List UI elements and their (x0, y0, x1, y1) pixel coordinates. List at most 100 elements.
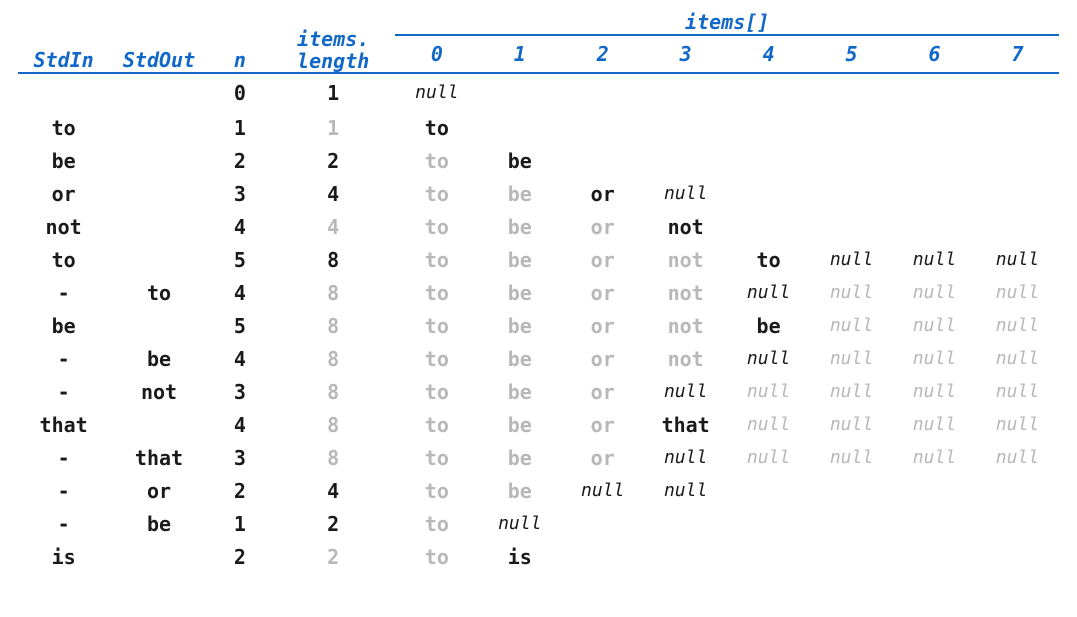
array-cell: null (395, 73, 478, 111)
array-cell: null (810, 375, 893, 408)
header-index-6: 6 (893, 35, 976, 72)
header-length-line1: items. (297, 27, 369, 51)
array-cell (810, 540, 893, 573)
array-cell: not (644, 210, 727, 243)
array-cell (976, 111, 1059, 144)
array-cell: null (893, 243, 976, 276)
n-cell: 3 (209, 375, 271, 408)
array-cell: to (395, 474, 478, 507)
array-cell: null (893, 441, 976, 474)
stdin-cell (18, 73, 109, 111)
array-cell: not (644, 243, 727, 276)
array-cell: or (561, 243, 644, 276)
array-cell (976, 210, 1059, 243)
length-cell: 8 (271, 243, 395, 276)
length-cell: 8 (271, 375, 395, 408)
array-cell (893, 177, 976, 210)
stdin-cell: not (18, 210, 109, 243)
array-cell: null (893, 342, 976, 375)
header-n: n (209, 0, 271, 72)
header-index-4: 4 (727, 35, 810, 72)
stdout-cell (109, 540, 209, 573)
n-cell: 2 (209, 540, 271, 573)
array-cell: not (644, 309, 727, 342)
table-row: -be48tobeornotnullnullnullnull (18, 342, 1059, 375)
array-cell: to (395, 210, 478, 243)
length-cell: 2 (271, 507, 395, 540)
array-cell: null (810, 342, 893, 375)
table-row: or34tobeornull (18, 177, 1059, 210)
array-cell: to (395, 342, 478, 375)
array-cell (893, 507, 976, 540)
table-row: -or24tobenullnull (18, 474, 1059, 507)
array-cell: that (644, 408, 727, 441)
array-cell: or (561, 177, 644, 210)
array-cell: null (976, 342, 1059, 375)
array-cell (478, 111, 561, 144)
array-cell: to (395, 408, 478, 441)
array-cell: null (976, 276, 1059, 309)
array-cell: to (395, 144, 478, 177)
table-header: StdIn StdOut n items. length items[] 012… (18, 0, 1059, 73)
array-cell: to (727, 243, 810, 276)
array-cell (727, 540, 810, 573)
array-cell (561, 73, 644, 111)
length-cell: 8 (271, 408, 395, 441)
header-stdout: StdOut (109, 0, 209, 72)
array-cell (976, 540, 1059, 573)
array-cell: null (561, 474, 644, 507)
array-cell: be (478, 342, 561, 375)
header-index-3: 3 (644, 35, 727, 72)
array-cell (727, 144, 810, 177)
table-row: -not38tobeornullnullnullnullnull (18, 375, 1059, 408)
array-cell: null (478, 507, 561, 540)
stdin-cell: to (18, 111, 109, 144)
array-cell: to (395, 111, 478, 144)
table-row: to58tobeornottonullnullnull (18, 243, 1059, 276)
array-cell: be (478, 210, 561, 243)
n-cell: 0 (209, 73, 271, 111)
array-cell: be (478, 375, 561, 408)
array-cell: null (893, 309, 976, 342)
stdin-cell: be (18, 144, 109, 177)
array-cell (810, 144, 893, 177)
array-cell: or (561, 408, 644, 441)
array-cell: null (893, 375, 976, 408)
table-row: -be12tonull (18, 507, 1059, 540)
table-row: to11to (18, 111, 1059, 144)
array-cell: null (810, 441, 893, 474)
array-cell: null (727, 375, 810, 408)
n-cell: 5 (209, 243, 271, 276)
array-cell (810, 73, 893, 111)
header-stdin: StdIn (18, 0, 109, 72)
array-cell: be (478, 243, 561, 276)
array-cell: be (478, 276, 561, 309)
array-cell: be (478, 408, 561, 441)
stdout-cell (109, 309, 209, 342)
array-cell (976, 177, 1059, 210)
array-cell (810, 507, 893, 540)
table-body: 01nullto11tobe22tobeor34tobeornullnot44t… (18, 73, 1059, 573)
array-cell: null (976, 243, 1059, 276)
array-cell (644, 73, 727, 111)
array-cell: null (727, 342, 810, 375)
n-cell: 4 (209, 342, 271, 375)
array-cell (727, 111, 810, 144)
table-row: be22tobe (18, 144, 1059, 177)
length-cell: 8 (271, 276, 395, 309)
stdin-cell: - (18, 441, 109, 474)
table-row: that48tobeorthatnullnullnullnull (18, 408, 1059, 441)
stdin-cell: to (18, 243, 109, 276)
n-cell: 3 (209, 177, 271, 210)
array-cell (644, 507, 727, 540)
stdin-cell: - (18, 276, 109, 309)
array-cell: null (976, 309, 1059, 342)
array-cell (644, 540, 727, 573)
array-cell (976, 507, 1059, 540)
length-cell: 4 (271, 474, 395, 507)
length-cell: 8 (271, 309, 395, 342)
array-cell: null (644, 375, 727, 408)
array-cell (976, 144, 1059, 177)
stdin-cell: - (18, 474, 109, 507)
array-cell: be (478, 474, 561, 507)
